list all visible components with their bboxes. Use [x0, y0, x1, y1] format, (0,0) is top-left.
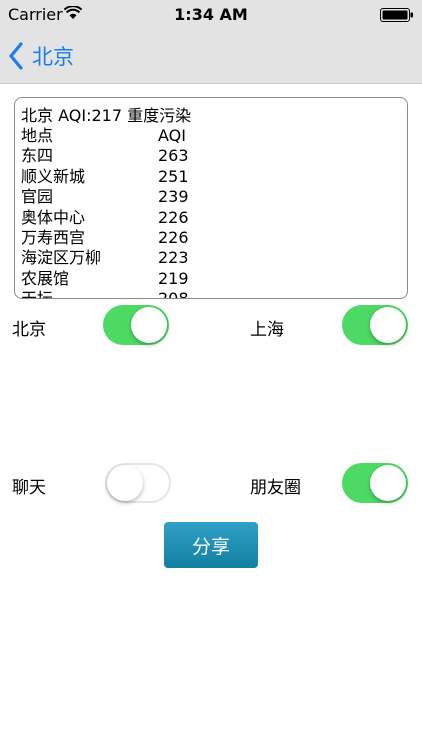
shanghai-toggle-label: 上海 — [250, 320, 284, 340]
beijing-switch[interactable] — [103, 305, 169, 345]
chevron-left-icon — [9, 42, 23, 70]
navigation-bar: 北京 — [0, 30, 422, 84]
status-time: 1:34 AM — [174, 5, 248, 24]
aqi-value: 251 — [158, 166, 189, 186]
aqi-value: 263 — [158, 146, 189, 166]
beijing-toggle-label: 北京 — [12, 320, 46, 340]
aqi-value: 239 — [158, 187, 189, 207]
aqi-site: 顺义新城 — [21, 166, 86, 186]
aqi-row: 奥体中心 226 — [21, 208, 401, 228]
aqi-site: 万寿西宫 — [21, 228, 86, 248]
chat-switch[interactable] — [105, 463, 171, 503]
aqi-value: 226 — [158, 207, 189, 227]
aqi-value: 219 — [158, 268, 189, 288]
aqi-row: 东四 263 — [21, 146, 401, 166]
aqi-site: 奥体中心 — [21, 207, 86, 227]
aqi-value: 223 — [158, 248, 189, 268]
aqi-value: 226 — [158, 228, 189, 248]
moments-toggle-label: 朋友圈 — [250, 478, 301, 498]
shanghai-switch[interactable] — [342, 305, 408, 345]
aqi-row: 天坛 208 — [21, 289, 401, 299]
chat-toggle-label: 聊天 — [12, 478, 46, 498]
switch-knob — [370, 465, 406, 501]
switch-knob — [107, 465, 143, 501]
aqi-summary: 北京 AQI:217 重度污染 — [21, 106, 192, 125]
battery-icon — [380, 8, 413, 22]
column-header-aqi: AQI — [158, 126, 186, 145]
aqi-text-view[interactable]: 北京 AQI:217 重度污染 地点 AQI 东四 263 顺义新城 251 官… — [14, 97, 408, 299]
column-header-site: 地点 — [21, 126, 54, 145]
switch-knob — [131, 307, 167, 343]
aqi-site: 农展馆 — [21, 268, 70, 288]
aqi-row: 官园 239 — [21, 187, 401, 207]
aqi-site: 官园 — [21, 187, 54, 207]
aqi-row: 海淀区万柳 223 — [21, 248, 401, 268]
back-button[interactable]: 北京 — [8, 38, 74, 74]
aqi-site: 东四 — [21, 146, 54, 166]
switch-knob — [370, 307, 406, 343]
share-button[interactable]: 分享 — [164, 522, 258, 568]
aqi-site: 海淀区万柳 — [21, 248, 102, 268]
aqi-row: 农展馆 219 — [21, 269, 401, 289]
back-button-label: 北京 — [32, 45, 74, 69]
status-bar: Carrier 1:34 AM — [0, 0, 422, 30]
aqi-site: 天坛 — [21, 289, 54, 299]
aqi-row: 万寿西宫 226 — [21, 228, 401, 248]
aqi-table-header: 地点 AQI — [21, 126, 401, 146]
moments-switch[interactable] — [342, 463, 408, 503]
aqi-value: 208 — [158, 289, 189, 299]
aqi-row: 顺义新城 251 — [21, 167, 401, 187]
